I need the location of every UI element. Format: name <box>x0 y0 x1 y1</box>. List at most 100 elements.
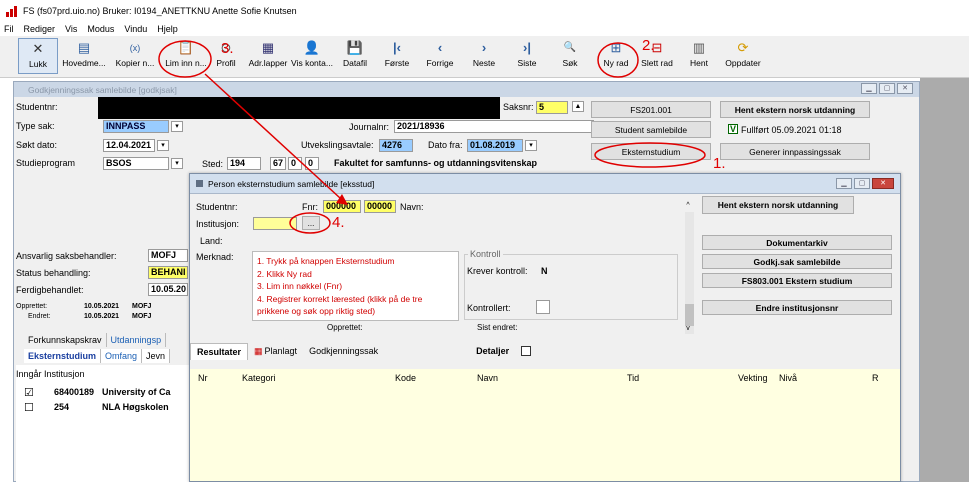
tab-forkunnskapskrav[interactable]: Forkunnskapskrav <box>24 333 107 347</box>
hent-ekstern-button[interactable]: Hent ekstern norsk utdanning <box>702 196 854 214</box>
minimize-icon[interactable]: ▁ <box>861 83 877 94</box>
detaljer-label: Detaljer <box>476 346 510 356</box>
sted-field-3[interactable]: 0 <box>288 157 302 170</box>
journalnr-field[interactable]: 2021/18936 <box>394 120 594 133</box>
menu-hjelp[interactable]: Hjelp <box>157 24 178 34</box>
hent-button[interactable]: ▥ Hent <box>688 38 710 74</box>
godkj-sak-samlebilde-button[interactable]: Godkj.sak samlebilde <box>702 254 892 269</box>
menu-modus[interactable]: Modus <box>87 24 114 34</box>
chevron-down-icon[interactable]: ▾ <box>157 140 169 151</box>
fs201-button[interactable]: FS201.001 <box>591 101 711 118</box>
oppdater-button[interactable]: ⟳ Oppdater <box>722 38 764 74</box>
col-kode[interactable]: Kode <box>395 373 416 383</box>
sok-button[interactable]: 🔍 Søk <box>559 38 581 74</box>
tab-omfang[interactable]: Omfang <box>101 349 143 363</box>
menu-vis[interactable]: Vis <box>65 24 77 34</box>
hent-ekstern-button[interactable]: Hent ekstern norsk utdanning <box>720 101 870 118</box>
dato-fra-field[interactable]: 01.08.2019 <box>467 139 523 152</box>
tab-eksternstudium[interactable]: Eksternstudium <box>24 349 102 363</box>
chevron-down-icon[interactable]: ▾ <box>525 140 537 151</box>
studieprogram-field[interactable]: BSOS <box>103 157 169 170</box>
save-icon: 💾 <box>346 40 364 55</box>
vis-kontakt-button[interactable]: 👤 Vis konta... <box>290 38 334 74</box>
lookup-ellipsis-button[interactable]: ... <box>302 216 320 230</box>
ny-rad-button[interactable]: ⊞ Ny rad <box>600 38 632 74</box>
menu-fil[interactable]: Fil <box>4 24 14 34</box>
ferdig-field[interactable]: 10.05.20 <box>148 283 188 296</box>
dokumentarkiv-button[interactable]: Dokumentarkiv <box>702 235 892 250</box>
endre-institusjonsnr-button[interactable]: Endre institusjonsnr <box>702 300 892 315</box>
neste-button[interactable]: › Neste <box>470 38 498 74</box>
sokt-dato-field[interactable]: 12.04.2021 <box>103 139 155 152</box>
maximize-icon[interactable]: ▢ <box>879 83 895 94</box>
close-icon[interactable]: ✕ <box>897 83 913 94</box>
fnr-field-1[interactable]: 000000 <box>323 200 361 213</box>
scroll-down-icon[interactable]: v <box>682 324 694 335</box>
lukk-button[interactable]: ✕ Lukk <box>18 38 58 74</box>
col-vekting[interactable]: Vekting <box>738 373 768 383</box>
type-sak-field[interactable]: INNPASS <box>103 120 169 133</box>
merknad-textarea[interactable]: 1. Trykk på knappen Eksternstudium 2. Kl… <box>252 251 459 321</box>
lim-inn-button[interactable]: 📋 Lim inn n... <box>162 38 210 74</box>
sted-field-1[interactable]: 194 <box>227 157 261 170</box>
fs803-ekstern-studium-button[interactable]: FS803.001 Ekstern studium <box>702 273 892 288</box>
kontrollert-checkbox[interactable] <box>536 300 550 314</box>
tab-jevngod[interactable]: Jevn <box>142 349 171 363</box>
institusjon-field[interactable] <box>253 217 297 230</box>
tab-resultater[interactable]: Resultater <box>190 342 249 360</box>
chevron-down-icon[interactable]: ▾ <box>171 158 183 169</box>
calendar-icon: ▦ <box>254 345 263 356</box>
minimize-icon[interactable]: ▁ <box>836 178 852 189</box>
scroll-up-icon[interactable]: ^ <box>682 201 694 212</box>
tab-planlagt[interactable]: Planlagt <box>265 343 304 359</box>
col-nr[interactable]: Nr <box>198 373 208 383</box>
merknad-label: Merknad: <box>196 252 234 262</box>
scrollbar-thumb[interactable] <box>685 304 694 326</box>
kopier-button[interactable]: (x) Kopier n... <box>110 38 160 74</box>
detaljer-checkbox[interactable] <box>521 346 532 356</box>
col-niva[interactable]: Nivå <box>779 373 797 383</box>
siste-button[interactable]: ›| Siste <box>514 38 540 74</box>
menu-rediger[interactable]: Rediger <box>24 24 56 34</box>
next-icon: › <box>481 40 487 55</box>
utvekslingsavtale-field[interactable]: 4276 <box>379 139 413 152</box>
adr-lapper-button[interactable]: ▦ Adr.lapper <box>246 38 290 74</box>
fullfort-checkbox[interactable]: V <box>728 124 738 134</box>
results-grid[interactable] <box>190 387 900 481</box>
datafil-button[interactable]: 💾 Datafil <box>340 38 370 74</box>
row-checkbox[interactable]: ☑ <box>24 386 34 399</box>
hovedmeny-button[interactable]: ▤ Hovedme... <box>62 38 106 74</box>
tab-utdanningsplan[interactable]: Utdanningsp <box>107 333 167 347</box>
form-scrollbar[interactable] <box>685 212 694 334</box>
tab-godkjenningssak[interactable]: Godkjenningssak <box>303 343 384 359</box>
godkjsak-title-bar: Godkjenningssak samlebilde [godkjsak] ▁ ▢… <box>14 82 919 97</box>
row-name: NLA Høgskolen <box>102 402 169 412</box>
opprettet-date: 10.05.2021 <box>84 303 120 310</box>
col-r[interactable]: R <box>872 373 879 383</box>
chevron-down-icon[interactable]: ▾ <box>171 121 183 132</box>
studieprogram-label: Studieprogram <box>16 158 76 168</box>
eksstud-title-bar: Person eksternstudium samlebilde [eksstu… <box>190 174 900 194</box>
annotation-number-4: 4. <box>332 214 345 231</box>
close-icon[interactable]: ✕ <box>872 178 894 189</box>
sted-field-2[interactable]: 67 <box>270 157 286 170</box>
scroll-up-icon[interactable]: ▲ <box>572 101 584 112</box>
forste-button[interactable]: |‹ Første <box>383 38 411 74</box>
menu-vindu[interactable]: Vindu <box>124 24 147 34</box>
fnr-field-2[interactable]: 00000 <box>364 200 396 213</box>
col-navn[interactable]: Navn <box>477 373 498 383</box>
col-tid[interactable]: Tid <box>627 373 639 383</box>
ferdig-label: Ferdigbehandlet: <box>16 285 84 295</box>
ansvarlig-field[interactable]: MOFJ <box>148 249 188 262</box>
row-code: 254 <box>54 402 70 412</box>
generer-innpassingssak-button[interactable]: Generer innpassingssak <box>720 143 870 160</box>
eksternstudium-button[interactable]: Eksternstudium <box>591 143 711 160</box>
status-field[interactable]: BEHANI <box>148 266 188 279</box>
forrige-button[interactable]: ‹ Forrige <box>425 38 455 74</box>
sted-field-4[interactable]: 0 <box>305 157 319 170</box>
maximize-icon[interactable]: ▢ <box>854 178 870 189</box>
row-checkbox[interactable]: ☐ <box>24 401 34 414</box>
student-samlebilde-button[interactable]: Student samlebilde <box>591 121 711 138</box>
saksnr-field[interactable]: 5 <box>536 101 568 114</box>
col-kategori[interactable]: Kategori <box>242 373 276 383</box>
